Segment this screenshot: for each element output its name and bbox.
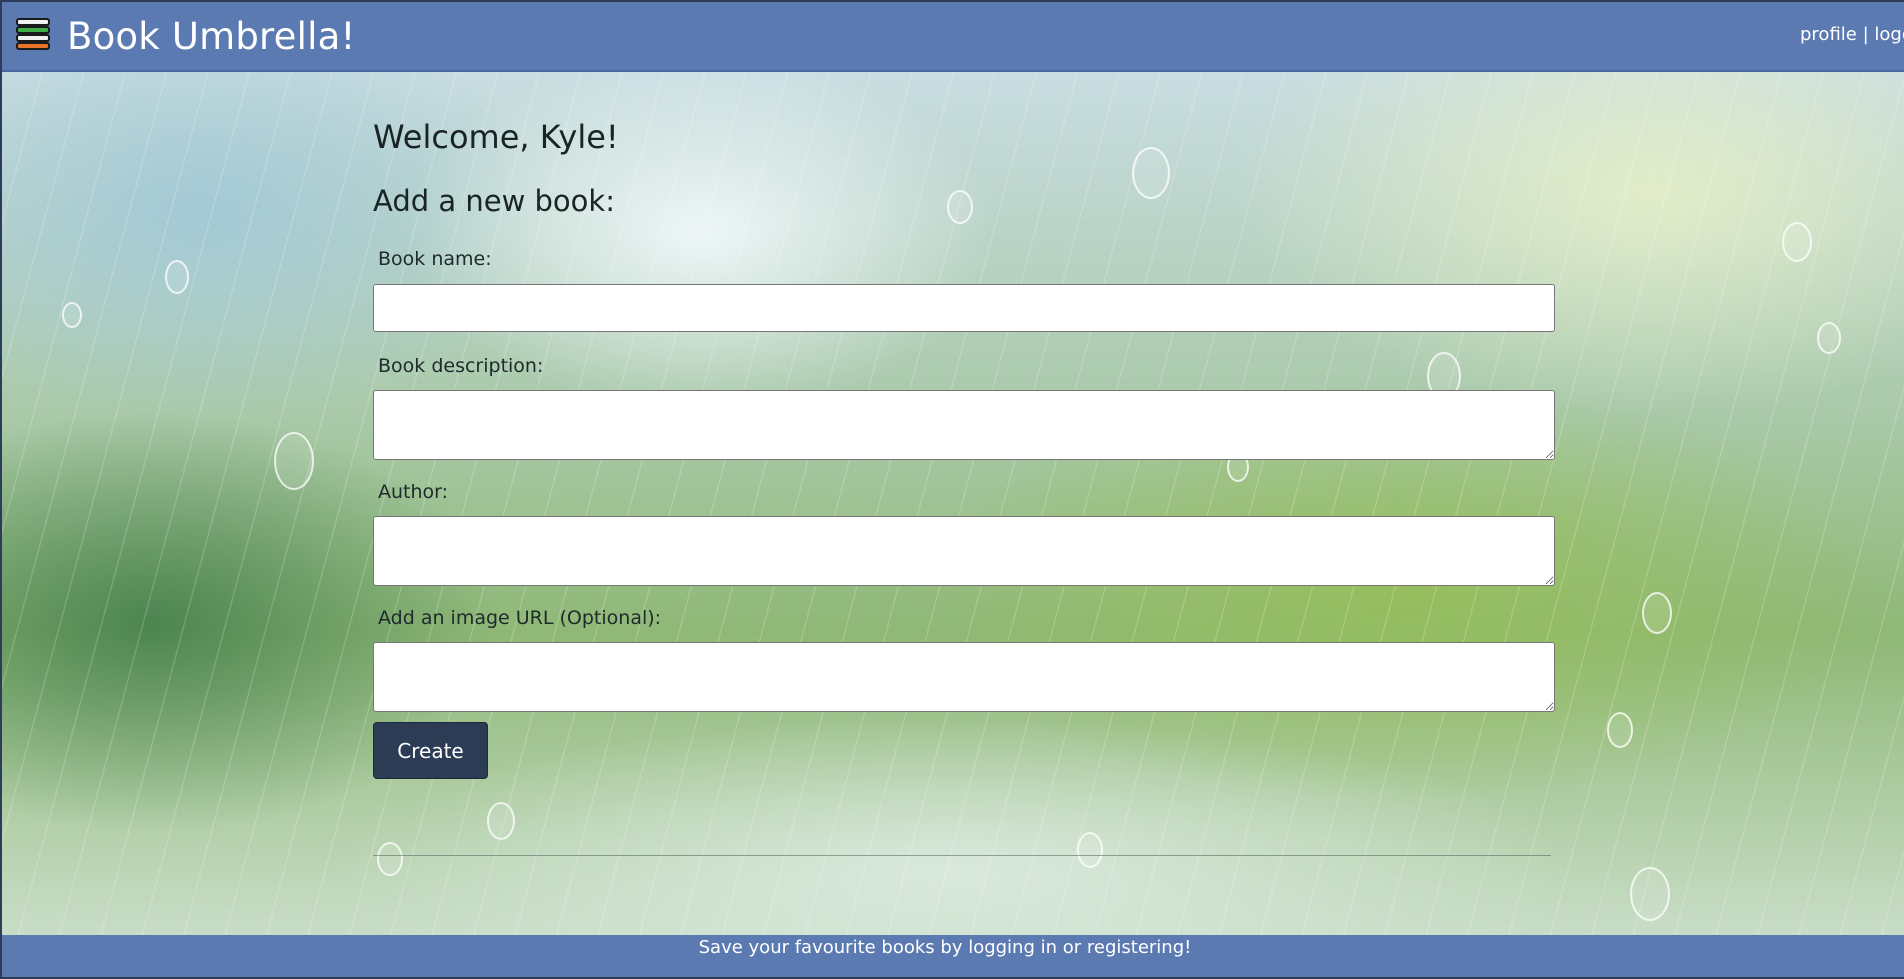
water-drop bbox=[1782, 222, 1812, 262]
water-drop bbox=[1630, 867, 1670, 921]
author-input[interactable] bbox=[373, 516, 1555, 586]
welcome-heading: Welcome, Kyle! bbox=[373, 118, 619, 156]
water-drop bbox=[1077, 832, 1103, 868]
create-button[interactable]: Create bbox=[373, 722, 488, 779]
image-url-input[interactable] bbox=[373, 642, 1555, 712]
nav-separator: | bbox=[1856, 24, 1875, 45]
book-description-label: Book description: bbox=[378, 355, 544, 377]
profile-link[interactable]: profile bbox=[1800, 24, 1857, 45]
author-label: Author: bbox=[378, 481, 449, 503]
nav-links: profile | logout bbox=[1800, 24, 1904, 45]
water-drop bbox=[274, 432, 314, 490]
rain-background: Welcome, Kyle! Add a new book: Book name… bbox=[2, 72, 1904, 935]
divider bbox=[373, 855, 1551, 856]
navbar: Book Umbrella! profile | logout bbox=[2, 2, 1904, 72]
book-name-input[interactable] bbox=[373, 284, 1555, 332]
water-drop bbox=[1607, 712, 1633, 748]
book-name-label: Book name: bbox=[378, 248, 492, 270]
form-title: Add a new book: bbox=[373, 184, 615, 218]
water-drop bbox=[1642, 592, 1672, 634]
add-book-form: Book name: Book description: Author: Add… bbox=[373, 248, 1555, 779]
image-url-label: Add an image URL (Optional): bbox=[378, 607, 662, 629]
stacked-books-icon[interactable] bbox=[14, 16, 54, 56]
book-description-input[interactable] bbox=[373, 390, 1555, 460]
water-drop bbox=[377, 842, 403, 876]
logout-link[interactable]: logout bbox=[1874, 24, 1904, 45]
main-content: Welcome, Kyle! Add a new book: Book name… bbox=[373, 118, 1555, 779]
brand-title[interactable]: Book Umbrella! bbox=[67, 15, 355, 58]
footer: Save your favourite books by logging in … bbox=[2, 935, 1904, 977]
water-drop bbox=[1817, 322, 1841, 354]
footer-text: Save your favourite books by logging in … bbox=[698, 937, 1192, 958]
water-drop bbox=[165, 260, 189, 294]
water-drop bbox=[62, 302, 82, 328]
water-drop bbox=[487, 802, 515, 840]
